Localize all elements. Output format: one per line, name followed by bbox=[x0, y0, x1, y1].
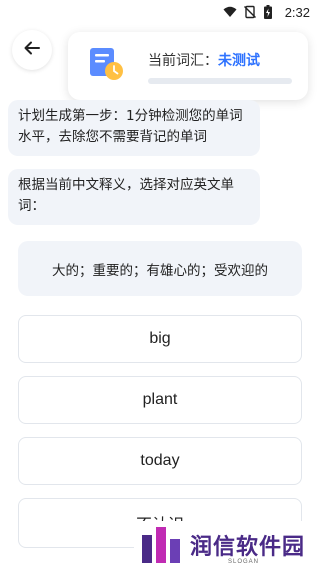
watermark: 润信软件园 SLOGAN bbox=[134, 521, 308, 569]
back-button[interactable] bbox=[12, 30, 52, 70]
battery-charging-icon bbox=[263, 5, 277, 19]
arrow-left-icon bbox=[23, 39, 41, 61]
chat-message: 计划生成第一步：1分钟检测您的单词水平，去除您不需要背记的单词 bbox=[8, 100, 260, 156]
chat-message: 根据当前中文释义，选择对应英文单词： bbox=[8, 169, 260, 225]
chinese-meaning: 大的；重要的；有雄心的；受欢迎的 bbox=[18, 241, 302, 296]
current-word-row: 当前词汇：未测试 bbox=[148, 50, 260, 70]
watermark-text: 润信软件园 bbox=[190, 535, 306, 560]
watermark-logo-icon bbox=[138, 525, 184, 565]
watermark-slogan: SLOGAN bbox=[228, 559, 260, 565]
vocabulary-clock-icon bbox=[88, 44, 126, 82]
word-progress-bar bbox=[148, 78, 292, 84]
status-bar: 2:32 bbox=[0, 0, 320, 24]
answer-option-today[interactable]: today bbox=[18, 437, 302, 485]
wifi-icon bbox=[223, 5, 237, 19]
answer-option-plant[interactable]: plant bbox=[18, 376, 302, 424]
current-word-value: 未测试 bbox=[218, 53, 260, 69]
no-sim-icon bbox=[243, 5, 257, 19]
status-time: 2:32 bbox=[284, 4, 310, 20]
current-word-label: 当前词汇： bbox=[148, 53, 218, 69]
answer-option-big[interactable]: big bbox=[18, 315, 302, 363]
current-word-card: 当前词汇：未测试 bbox=[68, 32, 308, 100]
